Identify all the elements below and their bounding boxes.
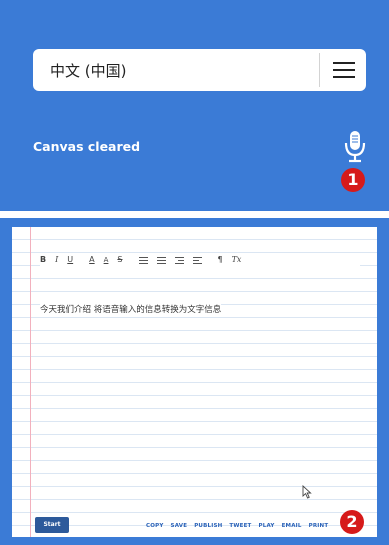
status-text: Canvas cleared	[33, 139, 141, 154]
font-color-button[interactable]: A	[89, 255, 94, 265]
hamburger-icon[interactable]	[333, 60, 355, 80]
clear-format-button[interactable]: Tx	[232, 255, 242, 265]
strikethrough-button[interactable]: S	[117, 255, 122, 265]
format-toolbar: B I U A A S ¶ Tx	[40, 254, 360, 266]
callout-marker-1: 1	[341, 168, 365, 192]
paragraph-direction-button[interactable]: ¶	[218, 255, 223, 265]
editor-text[interactable]: 今天我们介绍 将语音输入的信息转换为文字信息	[40, 303, 222, 315]
save-link[interactable]: SAVE	[171, 523, 188, 529]
print-link[interactable]: PRINT	[309, 523, 329, 529]
bulleted-list-icon[interactable]	[138, 256, 148, 264]
background-color-button[interactable]: A	[104, 255, 109, 265]
outdent-icon[interactable]	[192, 256, 202, 264]
copy-link[interactable]: COPY	[146, 523, 164, 529]
callout-marker-2: 2	[340, 510, 364, 534]
editor-frame: B I U A A S ¶ Tx 今天我们介绍 将语音输入的信息转换为文字信息 …	[0, 218, 389, 545]
language-select-value: 中文 (中国)	[50, 62, 127, 80]
tweet-link[interactable]: TWEET	[229, 523, 251, 529]
editor-canvas[interactable]: B I U A A S ¶ Tx 今天我们介绍 将语音输入的信息转换为文字信息 …	[12, 227, 377, 537]
microphone-icon[interactable]	[344, 130, 366, 164]
numbered-list-icon[interactable]	[156, 256, 166, 264]
margin-line	[30, 227, 31, 537]
underline-button[interactable]: U	[67, 255, 73, 265]
start-button[interactable]: Start	[35, 517, 69, 533]
indent-icon[interactable]	[174, 256, 184, 264]
action-links: COPY SAVE PUBLISH TWEET PLAY EMAIL PRINT	[146, 521, 335, 531]
bold-button[interactable]: B	[40, 255, 46, 265]
email-link[interactable]: EMAIL	[282, 523, 302, 529]
publish-link[interactable]: PUBLISH	[194, 523, 222, 529]
play-link[interactable]: PLAY	[259, 523, 275, 529]
italic-button[interactable]: I	[55, 255, 58, 265]
voice-settings-panel: 中文 (中国) Canvas cleared 1	[0, 0, 389, 211]
language-select[interactable]: 中文 (中国)	[33, 49, 366, 91]
mouse-pointer-icon	[302, 485, 312, 499]
divider	[319, 53, 320, 87]
